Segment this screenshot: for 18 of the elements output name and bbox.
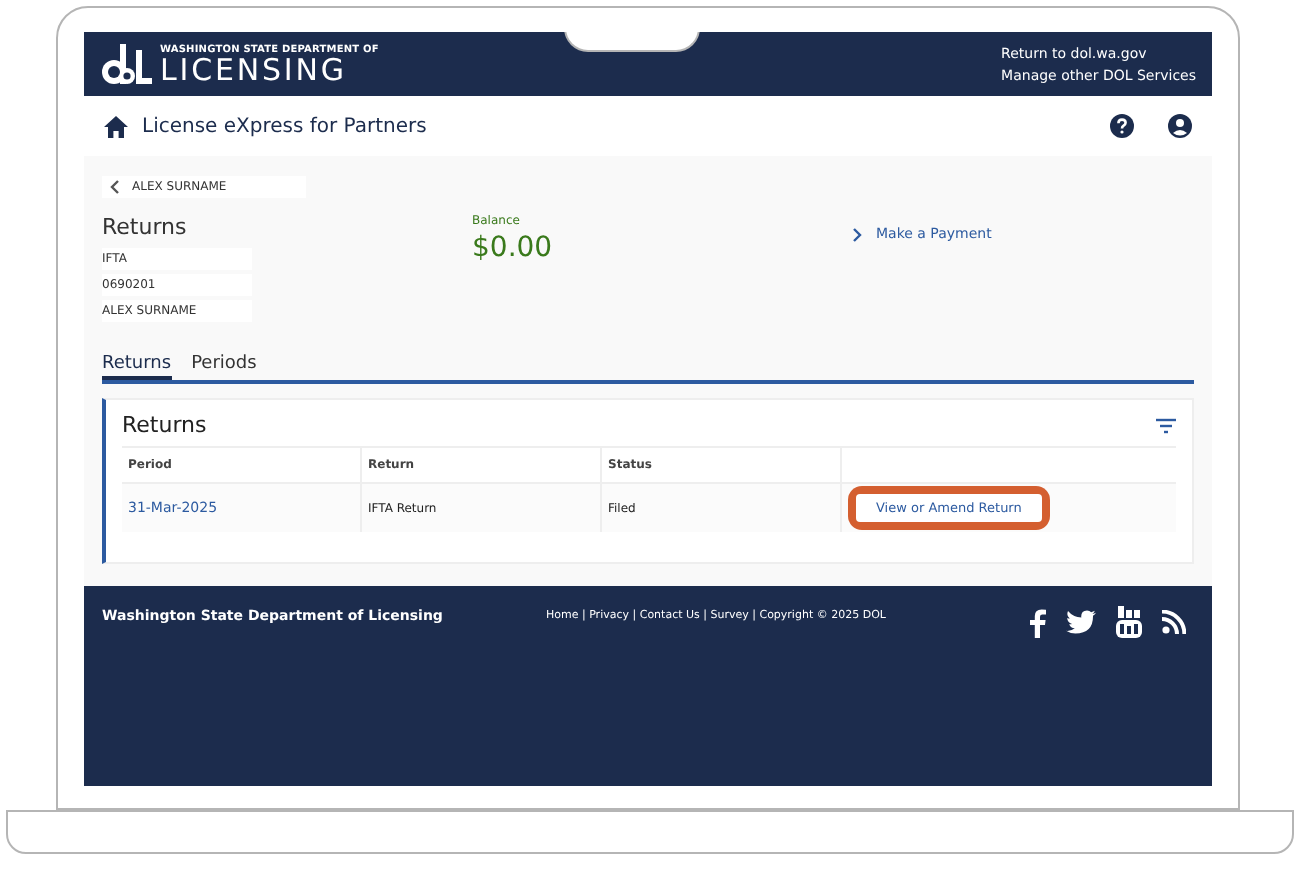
bird-icon[interactable]	[1066, 610, 1096, 634]
home-icon[interactable]	[104, 115, 128, 137]
tab[interactable]: Periods	[191, 354, 257, 380]
card-title: Returns	[122, 412, 207, 438]
agency-name: LICENSING	[160, 55, 347, 85]
app-title: License eXpress for Partners	[142, 115, 427, 137]
video-icon[interactable]	[1116, 606, 1142, 638]
filter-icon[interactable]	[1156, 417, 1176, 433]
help-icon[interactable]	[1110, 114, 1134, 138]
user-icon[interactable]	[1168, 114, 1192, 138]
chevron-right-icon	[852, 227, 862, 241]
rss-icon[interactable]	[1162, 610, 1186, 634]
chevron-left-icon	[110, 180, 120, 194]
tab[interactable]: Returns	[102, 354, 172, 380]
facebook-icon[interactable]	[1030, 607, 1046, 637]
page-title: Returns	[102, 214, 189, 240]
balance-amount: $0.00	[472, 232, 555, 264]
logo-icon	[100, 44, 152, 84]
